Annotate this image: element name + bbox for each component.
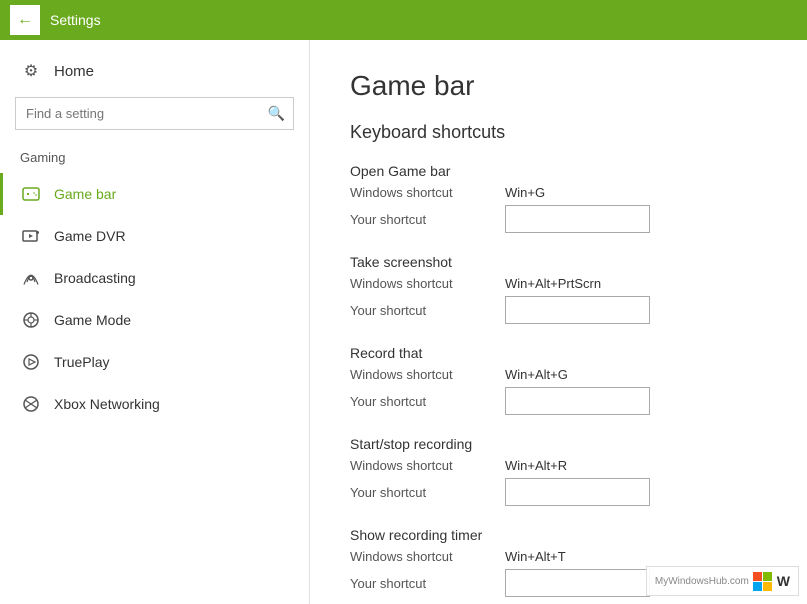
windows-shortcut-value-0: Win+G — [505, 185, 545, 200]
search-box: 🔍 — [15, 97, 294, 130]
shortcut-your-row-3: Your shortcut — [350, 478, 767, 506]
sidebar-item-game-mode[interactable]: Game Mode — [0, 299, 309, 341]
gaming-section-label: Gaming — [0, 145, 309, 173]
game-dvr-icon — [20, 225, 42, 247]
your-shortcut-input-0[interactable] — [505, 205, 650, 233]
search-input[interactable] — [16, 99, 260, 128]
your-shortcut-label-3: Your shortcut — [350, 485, 505, 500]
page-title: Game bar — [350, 70, 767, 102]
watermark-letter: W — [777, 573, 790, 589]
shortcut-name-1: Take screenshot — [350, 254, 767, 270]
shortcut-group-open-game-bar: Open Game bar Windows shortcut Win+G You… — [350, 163, 767, 238]
sidebar-item-xbox-networking[interactable]: Xbox Networking — [0, 383, 309, 425]
windows-shortcut-label-4: Windows shortcut — [350, 549, 505, 564]
back-icon: ← — [17, 11, 33, 29]
shortcut-group-record-that: Record that Windows shortcut Win+Alt+G Y… — [350, 345, 767, 420]
sidebar-item-home[interactable]: ⚙ Home — [0, 50, 309, 92]
your-shortcut-label-2: Your shortcut — [350, 394, 505, 409]
windows-shortcut-label-2: Windows shortcut — [350, 367, 505, 382]
sidebar-item-game-dvr-label: Game DVR — [54, 228, 126, 244]
xbox-networking-icon — [20, 393, 42, 415]
logo-yellow — [763, 582, 772, 591]
windows-shortcut-value-2: Win+Alt+G — [505, 367, 568, 382]
shortcut-group-take-screenshot: Take screenshot Windows shortcut Win+Alt… — [350, 254, 767, 329]
back-button[interactable]: ← — [10, 5, 40, 35]
windows-shortcut-label-3: Windows shortcut — [350, 458, 505, 473]
home-label: Home — [54, 63, 94, 80]
sidebar-item-broadcasting[interactable]: Broadcasting — [0, 257, 309, 299]
shortcut-windows-row-3: Windows shortcut Win+Alt+R — [350, 458, 767, 473]
sidebar-item-broadcasting-label: Broadcasting — [54, 270, 136, 286]
section-title: Keyboard shortcuts — [350, 122, 767, 143]
windows-shortcut-value-1: Win+Alt+PrtScrn — [505, 276, 601, 291]
sidebar: ⚙ Home 🔍 Gaming Game bar — [0, 40, 310, 604]
windows-shortcut-value-4: Win+Alt+T — [505, 549, 566, 564]
logo-green — [763, 572, 772, 581]
shortcut-your-row-0: Your shortcut — [350, 205, 767, 233]
home-icon: ⚙ — [20, 60, 42, 82]
logo-blue — [753, 582, 762, 591]
sidebar-item-game-dvr[interactable]: Game DVR — [0, 215, 309, 257]
shortcut-windows-row-4: Windows shortcut Win+Alt+T — [350, 549, 767, 564]
shortcuts-list: Open Game bar Windows shortcut Win+G You… — [350, 163, 767, 604]
logo-red — [753, 572, 762, 581]
sidebar-item-xbox-networking-label: Xbox Networking — [54, 396, 160, 412]
your-shortcut-input-3[interactable] — [505, 478, 650, 506]
sidebar-item-trueplay[interactable]: TruePlay — [0, 341, 309, 383]
content-area: Game bar Keyboard shortcuts Open Game ba… — [310, 40, 807, 604]
windows-shortcut-label-0: Windows shortcut — [350, 185, 505, 200]
sidebar-item-trueplay-label: TruePlay — [54, 354, 110, 370]
shortcut-your-row-2: Your shortcut — [350, 387, 767, 415]
windows-shortcut-value-3: Win+Alt+R — [505, 458, 567, 473]
top-bar: ← Settings — [0, 0, 807, 40]
search-icon: 🔍 — [268, 105, 285, 121]
sidebar-item-game-bar-label: Game bar — [54, 186, 116, 202]
sidebar-item-game-mode-label: Game Mode — [54, 312, 131, 328]
watermark-text: MyWindowsHub.com — [655, 576, 749, 587]
shortcut-name-4: Show recording timer — [350, 527, 767, 543]
watermark: MyWindowsHub.com W — [646, 566, 799, 596]
trueplay-icon — [20, 351, 42, 373]
shortcut-name-3: Start/stop recording — [350, 436, 767, 452]
your-shortcut-input-4[interactable] — [505, 569, 650, 597]
shortcut-your-row-1: Your shortcut — [350, 296, 767, 324]
top-bar-title: Settings — [50, 12, 101, 28]
windows-shortcut-label-1: Windows shortcut — [350, 276, 505, 291]
your-shortcut-label-4: Your shortcut — [350, 576, 505, 591]
sidebar-item-game-bar[interactable]: Game bar — [0, 173, 309, 215]
your-shortcut-input-2[interactable] — [505, 387, 650, 415]
main-layout: ⚙ Home 🔍 Gaming Game bar — [0, 40, 807, 604]
your-shortcut-input-1[interactable] — [505, 296, 650, 324]
your-shortcut-label-0: Your shortcut — [350, 212, 505, 227]
shortcut-group-start-stop-recording: Start/stop recording Windows shortcut Wi… — [350, 436, 767, 511]
game-mode-icon — [20, 309, 42, 331]
your-shortcut-label-1: Your shortcut — [350, 303, 505, 318]
watermark-logo — [753, 571, 773, 591]
shortcut-name-0: Open Game bar — [350, 163, 767, 179]
search-button[interactable]: 🔍 — [260, 98, 293, 129]
shortcut-windows-row-2: Windows shortcut Win+Alt+G — [350, 367, 767, 382]
shortcut-name-2: Record that — [350, 345, 767, 361]
game-bar-icon — [20, 183, 42, 205]
shortcut-windows-row-0: Windows shortcut Win+G — [350, 185, 767, 200]
broadcasting-icon — [20, 267, 42, 289]
shortcut-windows-row-1: Windows shortcut Win+Alt+PrtScrn — [350, 276, 767, 291]
